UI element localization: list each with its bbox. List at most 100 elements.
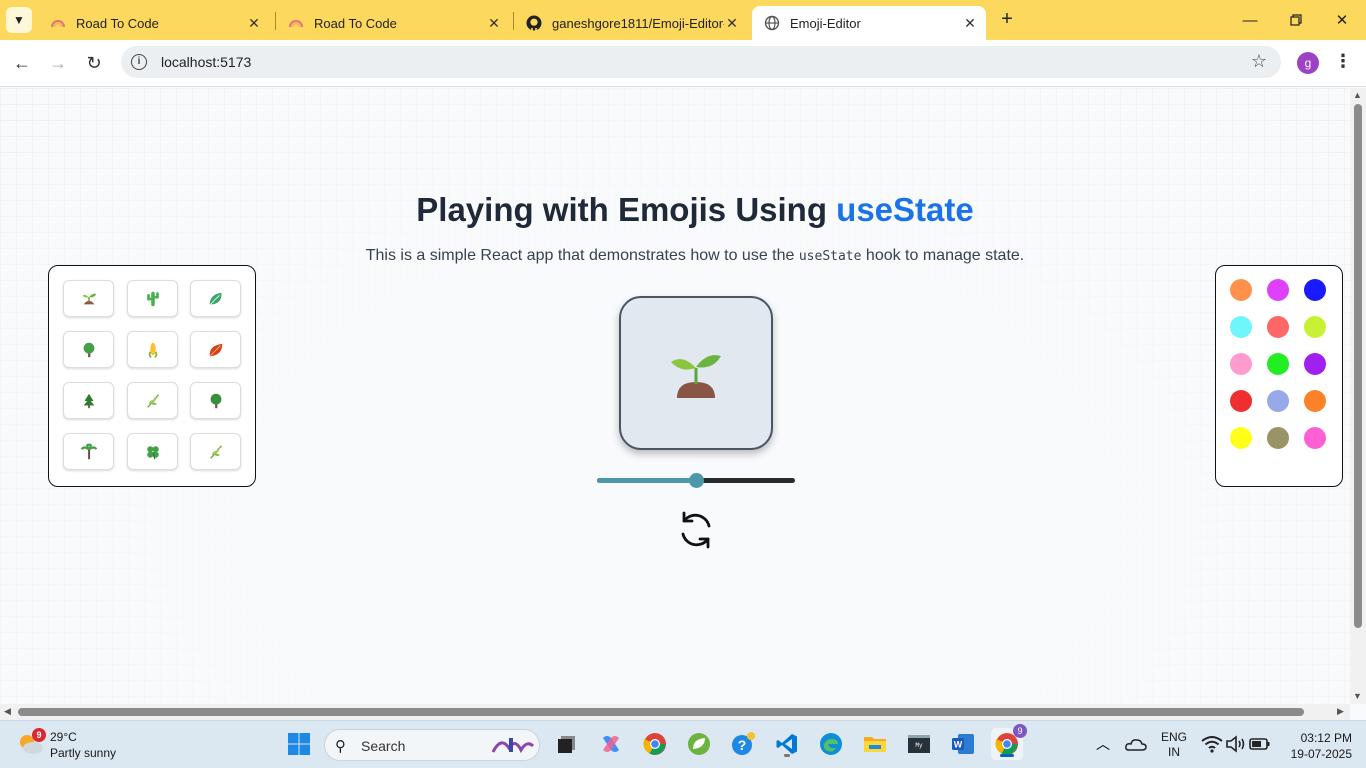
site-info-icon[interactable]: i (131, 54, 147, 70)
emoji-option-deciduous-tree[interactable] (63, 331, 114, 368)
tab-road-to-code-2[interactable]: Road To Code ✕ (276, 6, 510, 40)
reload-icon[interactable]: ↻ (83, 52, 105, 74)
file-explorer-app[interactable] (859, 728, 891, 760)
slider-handle[interactable] (689, 473, 704, 488)
emoji-option-evergreen-tree[interactable] (63, 382, 114, 419)
onedrive-icon[interactable] (1121, 728, 1151, 760)
back-arrow-icon[interactable]: ← (11, 52, 33, 74)
help-icon: ? (732, 732, 755, 755)
close-tab-icon[interactable]: ✕ (962, 15, 978, 31)
chevron-down-icon: ▼ (13, 13, 25, 27)
edge-app[interactable] (815, 728, 847, 760)
rainbow-favicon-icon (50, 15, 66, 31)
vscode-app[interactable] (771, 728, 803, 760)
emoji-size-slider[interactable] (597, 473, 795, 488)
url-text[interactable]: localhost:5173 (161, 54, 251, 70)
reset-button[interactable] (675, 509, 717, 551)
profile-avatar[interactable]: g (1297, 52, 1319, 74)
show-hidden-icons-chevron-icon[interactable]: ︿ (1088, 728, 1118, 760)
tab-emoji-editor[interactable]: Emoji-Editor ✕ (752, 6, 986, 40)
vertical-scrollbar[interactable]: ▲ ▼ (1350, 88, 1366, 704)
color-swatch[interactable] (1304, 353, 1326, 375)
color-swatch[interactable] (1304, 279, 1326, 301)
color-swatch[interactable] (1230, 427, 1252, 449)
battery-icon[interactable] (1246, 728, 1274, 760)
close-tab-icon[interactable]: ✕ (724, 15, 740, 31)
system-clock[interactable]: 03:12 PM 19-07-2025 (1272, 730, 1352, 762)
globe-icon (764, 15, 780, 31)
color-swatch[interactable] (1267, 427, 1289, 449)
clock-time: 03:12 PM (1300, 731, 1352, 745)
word-icon: W (952, 734, 974, 754)
emoji-option-fallen-leaf[interactable] (190, 331, 241, 368)
emoji-option-deciduous-tree-2[interactable] (190, 382, 241, 419)
leaf-icon (209, 292, 221, 305)
vertical-scroll-thumb[interactable] (1354, 104, 1362, 628)
word-app[interactable]: W (947, 728, 979, 760)
bookmark-star-icon[interactable]: ☆ (1251, 51, 1267, 72)
color-swatch[interactable] (1230, 279, 1252, 301)
leaf-app-icon (688, 733, 710, 755)
weather-condition: Partly sunny (50, 746, 117, 760)
address-bar[interactable]: i localhost:5173 ☆ (121, 46, 1281, 78)
corn-icon (148, 342, 157, 358)
tab-road-to-code-1[interactable]: Road To Code ✕ (38, 6, 270, 40)
tab-title: ganeshgore1811/Emoji-Editor- (552, 15, 724, 31)
tab-github[interactable]: ganeshgore1811/Emoji-Editor- ✕ (514, 6, 748, 40)
emoji-option-herb[interactable] (127, 382, 178, 419)
horizontal-scrollbar[interactable]: ◀ ▶ (0, 704, 1350, 720)
emoji-option-leaf[interactable] (190, 280, 241, 317)
new-tab-button[interactable]: + (996, 9, 1018, 31)
chrome-taskbar-app[interactable] (639, 728, 671, 760)
emoji-option-corn[interactable] (127, 331, 178, 368)
scroll-right-icon[interactable]: ▶ (1337, 706, 1344, 717)
chrome-active-app[interactable]: 9 (991, 724, 1027, 760)
svg-text:My: My (915, 742, 923, 749)
emoji-option-palm-tree[interactable] (63, 433, 114, 470)
color-swatch[interactable] (1230, 353, 1252, 375)
close-window-icon[interactable]: ✕ (1330, 8, 1354, 32)
color-swatch[interactable] (1230, 390, 1252, 412)
help-app[interactable]: ? (727, 728, 759, 760)
emoji-option-cactus[interactable] (127, 280, 178, 317)
emoji-option-four-leaf-clover[interactable] (127, 433, 178, 470)
color-swatch[interactable] (1267, 279, 1289, 301)
color-swatch[interactable] (1304, 390, 1326, 412)
close-tab-icon[interactable]: ✕ (486, 15, 502, 31)
copilot-app[interactable] (595, 728, 627, 760)
color-swatch[interactable] (1267, 353, 1289, 375)
scroll-up-icon[interactable]: ▲ (1353, 90, 1362, 100)
language-indicator[interactable]: ENG IN (1158, 730, 1190, 760)
task-view-button[interactable] (551, 728, 583, 760)
search-label: Search (361, 738, 406, 754)
browser-menu-icon[interactable]: ⋮ (1334, 51, 1352, 72)
github-icon (526, 15, 542, 31)
weather-widget[interactable]: 9 29°C Partly sunny (18, 728, 138, 763)
horizontal-scroll-thumb[interactable] (18, 708, 1304, 716)
chrome-icon (643, 733, 666, 755)
emoji-option-seedling[interactable] (63, 280, 114, 317)
herb-icon (146, 393, 159, 408)
scroll-left-icon[interactable]: ◀ (4, 706, 11, 717)
heading-accent: useState (836, 191, 974, 228)
forward-arrow-icon[interactable]: → (47, 52, 69, 74)
close-tab-icon[interactable]: ✕ (246, 15, 262, 31)
restore-icon[interactable] (1284, 8, 1308, 32)
color-swatch[interactable] (1267, 316, 1289, 338)
color-swatch[interactable] (1230, 316, 1252, 338)
color-swatch[interactable] (1267, 390, 1289, 412)
minimize-icon[interactable]: — (1238, 8, 1262, 32)
page-subtitle: This is a simple React app that demonstr… (365, 247, 1025, 264)
emoji-option-herb-2[interactable] (190, 433, 241, 470)
taskbar-search[interactable]: ⚲ Search (324, 729, 540, 761)
rainbow-favicon-icon (288, 15, 304, 31)
evergreen-tree-icon (83, 393, 94, 408)
scroll-down-icon[interactable]: ▼ (1353, 691, 1362, 701)
color-swatch[interactable] (1304, 316, 1326, 338)
tab-title: Road To Code (76, 15, 159, 31)
mysql-app[interactable]: My (903, 728, 935, 760)
spring-tool-app[interactable] (683, 728, 715, 760)
tab-search-button[interactable]: ▼ (6, 7, 32, 33)
start-button[interactable] (283, 728, 315, 760)
color-swatch[interactable] (1304, 427, 1326, 449)
